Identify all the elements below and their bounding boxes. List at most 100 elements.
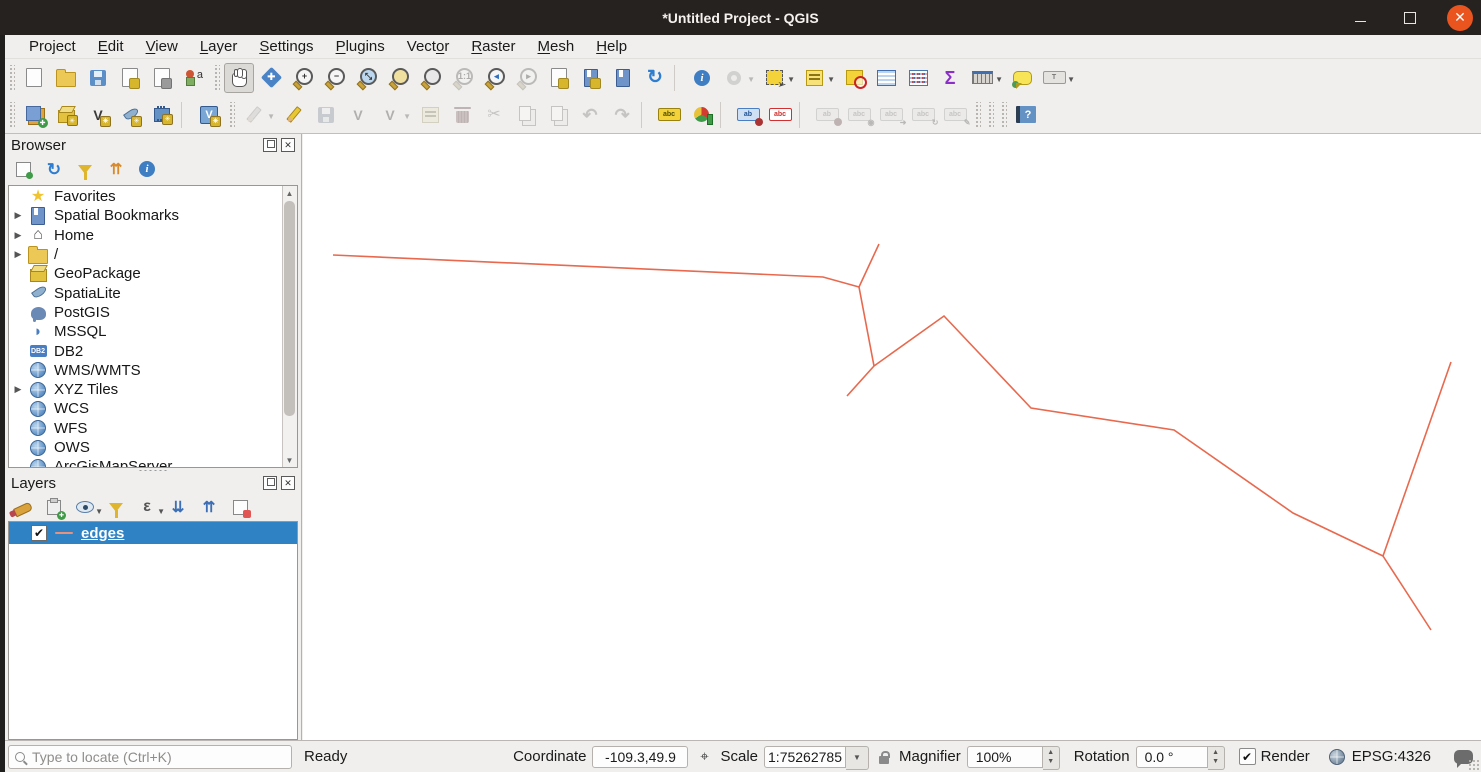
layer-item-edges[interactable]: ✔ edges <box>9 522 297 544</box>
add-selected-layer-button[interactable] <box>11 157 35 181</box>
field-calculator-button[interactable] <box>903 63 933 93</box>
dropdown-arrow-icon[interactable]: ▼ <box>827 75 835 84</box>
browser-item-xyz-tiles[interactable]: ▶XYZ Tiles <box>9 380 283 399</box>
menu-project[interactable]: Project <box>18 36 87 57</box>
open-attribute-table-button[interactable] <box>871 63 901 93</box>
magnifier-spin-buttons[interactable]: ▲▼ <box>1043 746 1060 770</box>
menu-plugins[interactable]: Plugins <box>325 36 396 57</box>
pan-to-selection-button[interactable] <box>256 63 286 93</box>
zoom-full-extent-button[interactable]: ⤡ <box>352 63 382 93</box>
browser-item-wms-wmts[interactable]: WMS/WMTS <box>9 361 283 380</box>
expand-arrow-icon[interactable]: ▶ <box>9 384 27 395</box>
browser-item-ows[interactable]: OWS <box>9 438 283 457</box>
pan-map-button[interactable] <box>224 63 254 93</box>
deselect-all-button[interactable] <box>839 63 869 93</box>
resize-grip[interactable] <box>1468 759 1480 771</box>
browser-item-spatialite[interactable]: SpatiaLite <box>9 283 283 302</box>
zoom-in-button[interactable]: + <box>288 63 318 93</box>
browser-item-postgis[interactable]: PostGIS <box>9 303 283 322</box>
browser-item-geopackage[interactable]: GeoPackage <box>9 264 283 283</box>
browser-item-wcs[interactable]: WCS <box>9 399 283 418</box>
toolbar-drag-handle[interactable] <box>213 65 220 91</box>
browser-properties-button[interactable]: i <box>135 157 159 181</box>
select-features-button[interactable]: ▼ <box>759 63 789 93</box>
help-button[interactable]: ? <box>1011 100 1041 130</box>
new-spatial-bookmark-button[interactable] <box>576 63 606 93</box>
locator-input[interactable] <box>30 748 285 766</box>
expand-all-layers-button[interactable]: ⇊ <box>166 495 190 519</box>
map-canvas[interactable] <box>303 134 1481 740</box>
rotation-spinbox[interactable]: ▲▼ <box>1136 746 1225 768</box>
dropdown-arrow-icon[interactable]: ▼ <box>787 75 795 84</box>
menu-layer[interactable]: Layer <box>189 36 249 57</box>
browser-item-db2[interactable]: DB2DB2 <box>9 341 283 360</box>
menu-edit[interactable]: Edit <box>87 36 135 57</box>
new-geopackage-layer-button[interactable]: V✳ <box>194 100 224 130</box>
locator-box[interactable] <box>8 745 292 769</box>
render-toggle[interactable]: ✔ Render <box>1239 748 1310 765</box>
dropdown-arrow-icon[interactable]: ▼ <box>403 112 411 121</box>
dropdown-arrow-icon[interactable]: ▼ <box>157 507 165 516</box>
manage-map-themes-button[interactable]: ▼ <box>73 495 97 519</box>
filter-legend-button[interactable] <box>104 495 128 519</box>
dropdown-arrow-icon[interactable]: ▼ <box>1067 75 1075 84</box>
toolbar-drag-handle[interactable] <box>8 102 15 128</box>
layer-name[interactable]: edges <box>81 525 124 542</box>
magnifier-input[interactable] <box>967 746 1043 768</box>
browser-item-spatial-bookmarks[interactable]: ▶Spatial Bookmarks <box>9 206 283 225</box>
scroll-down-icon[interactable]: ▼ <box>283 453 296 467</box>
render-checkbox[interactable]: ✔ <box>1239 748 1256 765</box>
refresh-browser-button[interactable]: ↻ <box>42 157 66 181</box>
crs-indicator[interactable]: EPSG:4326 <box>1352 748 1431 765</box>
add-spatialite-layer-button[interactable]: ✳ <box>115 100 145 130</box>
filter-browser-button[interactable] <box>73 157 97 181</box>
data-source-manager-button[interactable] <box>19 100 49 130</box>
zoom-to-layer-button[interactable] <box>416 63 446 93</box>
browser-scrollbar[interactable]: ▲ ▼ <box>282 186 297 467</box>
toggle-editing-button[interactable] <box>279 100 309 130</box>
labeling-single-button[interactable]: ab <box>733 100 763 130</box>
expand-arrow-icon[interactable]: ▶ <box>9 210 27 221</box>
open-layer-styling-button[interactable] <box>11 495 35 519</box>
browser-close-button[interactable]: ✕ <box>281 138 295 152</box>
browser-item--[interactable]: ▶/ <box>9 245 283 264</box>
text-annotation-button[interactable]: T▼ <box>1039 63 1069 93</box>
collapse-all-layers-button[interactable]: ⇈ <box>197 495 221 519</box>
close-button[interactable]: ✕ <box>1447 5 1473 31</box>
map-tips-button[interactable] <box>1007 63 1037 93</box>
menu-raster[interactable]: Raster <box>460 36 526 57</box>
zoom-to-selection-button[interactable] <box>384 63 414 93</box>
dropdown-arrow-icon[interactable]: ▼ <box>267 112 275 121</box>
measure-button[interactable]: ▼ <box>967 63 997 93</box>
toggle-extents-icon[interactable]: ⌖ <box>694 746 714 768</box>
layer-labeling-button[interactable]: abc <box>654 100 684 130</box>
rotation-spin-buttons[interactable]: ▲▼ <box>1208 746 1225 770</box>
add-raster-layer-button[interactable]: ✳ <box>51 100 81 130</box>
save-project-button[interactable] <box>83 63 113 93</box>
zoom-last-button[interactable]: ◂ <box>480 63 510 93</box>
coordinate-input[interactable] <box>592 746 688 768</box>
toolbar-drag-handle[interactable] <box>987 102 994 128</box>
scrollbar-thumb[interactable] <box>284 201 295 416</box>
scale-input[interactable] <box>764 746 846 768</box>
crs-globe-icon[interactable] <box>1328 746 1346 768</box>
browser-item-wfs[interactable]: WFS <box>9 419 283 438</box>
style-manager-button[interactable]: a <box>179 63 209 93</box>
dropdown-arrow-icon[interactable]: ▼ <box>995 75 1003 84</box>
layers-float-button[interactable] <box>263 476 277 490</box>
menu-help[interactable]: Help <box>585 36 638 57</box>
scale-combo[interactable]: ▼ <box>764 746 869 768</box>
layer-visibility-checkbox[interactable]: ✔ <box>31 525 47 541</box>
magnifier-spinbox[interactable]: ▲▼ <box>967 746 1060 768</box>
maximize-button[interactable] <box>1397 5 1423 31</box>
expand-arrow-icon[interactable]: ▶ <box>9 249 27 260</box>
remove-layer-button[interactable] <box>228 495 252 519</box>
add-group-button[interactable] <box>42 495 66 519</box>
menu-view[interactable]: View <box>135 36 189 57</box>
toolbar-drag-handle[interactable] <box>228 102 235 128</box>
toolbar-drag-handle[interactable] <box>1000 102 1007 128</box>
dropdown-arrow-icon[interactable]: ▼ <box>95 507 103 516</box>
scroll-up-icon[interactable]: ▲ <box>283 186 296 200</box>
statistical-summary-button[interactable]: Σ <box>935 63 965 93</box>
browser-item-favorites[interactable]: ★Favorites <box>9 187 283 206</box>
